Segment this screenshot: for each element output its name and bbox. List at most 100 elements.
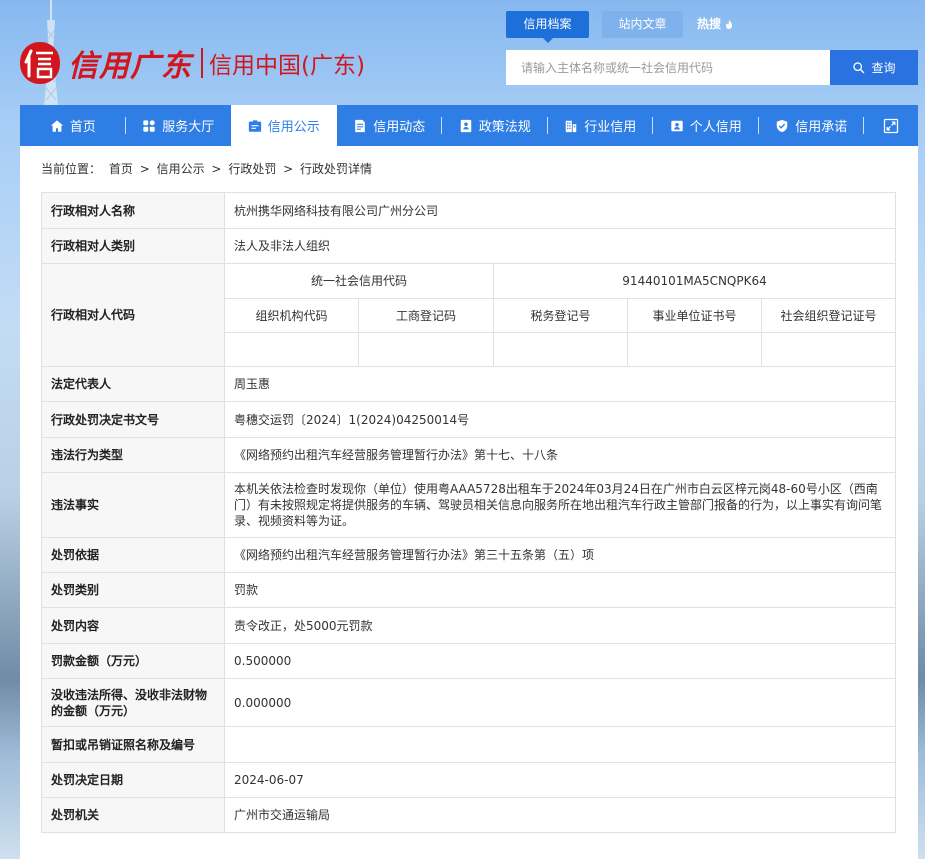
search-tab-site-articles[interactable]: 站内文章: [602, 11, 683, 38]
nav-item-credit-disclosure[interactable]: 信用公示: [231, 105, 337, 146]
field-label: 处罚内容: [41, 607, 225, 644]
table-row: 处罚决定日期 2024-06-07: [41, 762, 897, 798]
logo-divider: [201, 48, 203, 78]
code-value-usc: 91440101MA5CNQPK64: [492, 263, 897, 299]
field-value: 《网络预约出租汽车经营服务管理暂行办法》第三十五条第（五）项: [223, 537, 897, 573]
logo-brand-text: 信用广东: [68, 49, 192, 84]
table-row: 处罚类别 罚款: [41, 572, 897, 608]
main-nav: 首页 服务大厅 信用公示 信用动态 政策法规 行业信用 个人信用 信用承诺: [20, 105, 918, 146]
search-bar: 查询: [506, 50, 918, 85]
briefcase-icon: [248, 119, 261, 132]
building-icon: [565, 120, 577, 132]
field-label: 处罚机关: [41, 797, 225, 833]
document-icon: [355, 119, 366, 132]
search-tab-hot-search[interactable]: 热搜: [697, 11, 735, 38]
table-row: 行政相对人类别 法人及非法人组织: [41, 228, 897, 264]
table-row: 处罚机关 广州市交通运输局: [41, 797, 897, 833]
breadcrumb-link-admin-penalty[interactable]: 行政处罚: [228, 162, 276, 176]
nav-item-label: 信用动态: [373, 120, 426, 135]
table-row: 法定代表人 周玉惠: [41, 366, 897, 402]
field-label: 处罚类别: [41, 572, 225, 608]
id-card-icon: [671, 120, 683, 131]
code-header-usc: 统一社会信用代码: [224, 263, 494, 299]
breadcrumb-separator: >: [283, 162, 294, 176]
breadcrumb-separator: >: [211, 162, 222, 176]
field-value: 杭州携华网络科技有限公司广州分公司: [223, 192, 897, 229]
field-value: 本机关依法检查时发现你（单位）使用粤AAA5728出租车于2024年03月24日…: [223, 472, 897, 538]
nav-item-credit-commitment[interactable]: 信用承诺: [759, 105, 865, 146]
field-label: 行政相对人类别: [41, 228, 225, 264]
nav-item-credit-news[interactable]: 信用动态: [337, 105, 443, 146]
breadcrumb-link-credit-disclosure[interactable]: 信用公示: [157, 162, 205, 176]
main-content: 当前位置： 首页 > 信用公示 > 行政处罚 > 行政处罚详情 行政相对人名称 …: [20, 146, 918, 859]
breadcrumb-current: 行政处罚详情: [300, 162, 373, 176]
nav-expand-button[interactable]: [864, 105, 918, 146]
field-label: 暂扣或吊销证照名称及编号: [41, 726, 225, 763]
field-value: [223, 726, 897, 763]
field-label: 罚款金额（万元）: [41, 643, 225, 679]
grid-icon: [143, 119, 155, 132]
field-label: 法定代表人: [41, 366, 225, 402]
code-value-business-reg: [358, 332, 494, 367]
nav-item-label: 信用承诺: [795, 120, 848, 135]
field-value: 罚款: [223, 572, 897, 608]
nav-item-home[interactable]: 首页: [20, 105, 126, 146]
nav-item-label: 行业信用: [584, 120, 637, 135]
table-row: 罚款金额（万元） 0.500000: [41, 643, 897, 679]
flame-icon: [726, 19, 733, 30]
field-label: 行政相对人名称: [41, 192, 225, 229]
nav-item-policy[interactable]: 政策法规: [442, 105, 548, 146]
nav-item-service-hall[interactable]: 服务大厅: [126, 105, 232, 146]
table-row: 行政处罚决定书文号 粤穗交运罚〔2024〕1(2024)04250014号: [41, 401, 897, 438]
code-value-tax-reg: [493, 332, 628, 367]
field-value: 广州市交通运输局: [223, 797, 897, 833]
code-value-org-code: [224, 332, 359, 367]
book-icon: [460, 119, 471, 132]
table-row: 没收违法所得、没收非法财物的金额（万元） 0.000000: [41, 678, 897, 727]
breadcrumb-separator: >: [139, 162, 150, 176]
table-row: 行政相对人名称 杭州携华网络科技有限公司广州分公司: [41, 192, 897, 229]
search-tab-credit-archive[interactable]: 信用档案: [506, 11, 589, 43]
field-value: 粤穗交运罚〔2024〕1(2024)04250014号: [223, 401, 897, 438]
nav-item-personal-credit[interactable]: 个人信用: [653, 105, 759, 146]
penalty-detail-table: 行政相对人名称 杭州携华网络科技有限公司广州分公司 行政相对人类别 法人及非法人…: [41, 192, 897, 833]
code-value-institution-cert: [627, 332, 762, 367]
nav-item-label: 政策法规: [478, 120, 531, 135]
search-input[interactable]: [506, 50, 830, 85]
table-row: 行政相对人代码 统一社会信用代码 91440101MA5CNQPK64: [41, 263, 897, 367]
code-value-social-org-reg: [760, 332, 897, 367]
home-icon: [50, 119, 63, 132]
search-tabs: 信用档案 站内文章 热搜: [506, 11, 735, 43]
breadcrumb-link-home[interactable]: 首页: [109, 162, 133, 176]
code-header-social-org-reg: 社会组织登记证号: [760, 298, 897, 333]
search-button-label: 查询: [871, 61, 896, 75]
logo-emblem-icon: [20, 42, 60, 84]
nav-item-label: 信用公示: [267, 120, 320, 135]
field-label: 处罚决定日期: [41, 762, 225, 798]
field-label: 没收违法所得、没收非法财物的金额（万元）: [41, 678, 225, 727]
field-label: 处罚依据: [41, 537, 225, 573]
field-value: 周玉惠: [223, 366, 897, 402]
table-row: 暂扣或吊销证照名称及编号: [41, 726, 897, 763]
field-value: 法人及非法人组织: [223, 228, 897, 264]
field-label: 行政处罚决定书文号: [41, 401, 225, 438]
search-icon: [853, 62, 865, 74]
hot-search-label: 热搜: [697, 17, 722, 31]
field-label: 违法行为类型: [41, 437, 225, 473]
field-label: 行政相对人代码: [41, 263, 225, 367]
site-logo[interactable]: 信用广东 信用中国(广东): [18, 39, 365, 87]
logo-site-name: 信用中国(广东): [209, 53, 365, 79]
shield-check-icon: [776, 119, 788, 132]
nav-item-label: 个人信用: [689, 120, 742, 135]
field-label: 违法事实: [41, 472, 225, 538]
table-row: 处罚依据 《网络预约出租汽车经营服务管理暂行办法》第三十五条第（五）项: [41, 537, 897, 573]
table-row: 违法事实 本机关依法检查时发现你（单位）使用粤AAA5728出租车于2024年0…: [41, 472, 897, 538]
field-value: 2024-06-07: [223, 762, 897, 798]
nav-item-industry-credit[interactable]: 行业信用: [548, 105, 654, 146]
nav-item-label: 服务大厅: [162, 120, 215, 135]
field-value: 责令改正，处5000元罚款: [223, 607, 897, 644]
search-button[interactable]: 查询: [830, 50, 918, 85]
table-row: 违法行为类型 《网络预约出租汽车经营服务管理暂行办法》第十七、十八条: [41, 437, 897, 473]
table-row: 处罚内容 责令改正，处5000元罚款: [41, 607, 897, 644]
code-header-org-code: 组织机构代码: [224, 298, 359, 333]
